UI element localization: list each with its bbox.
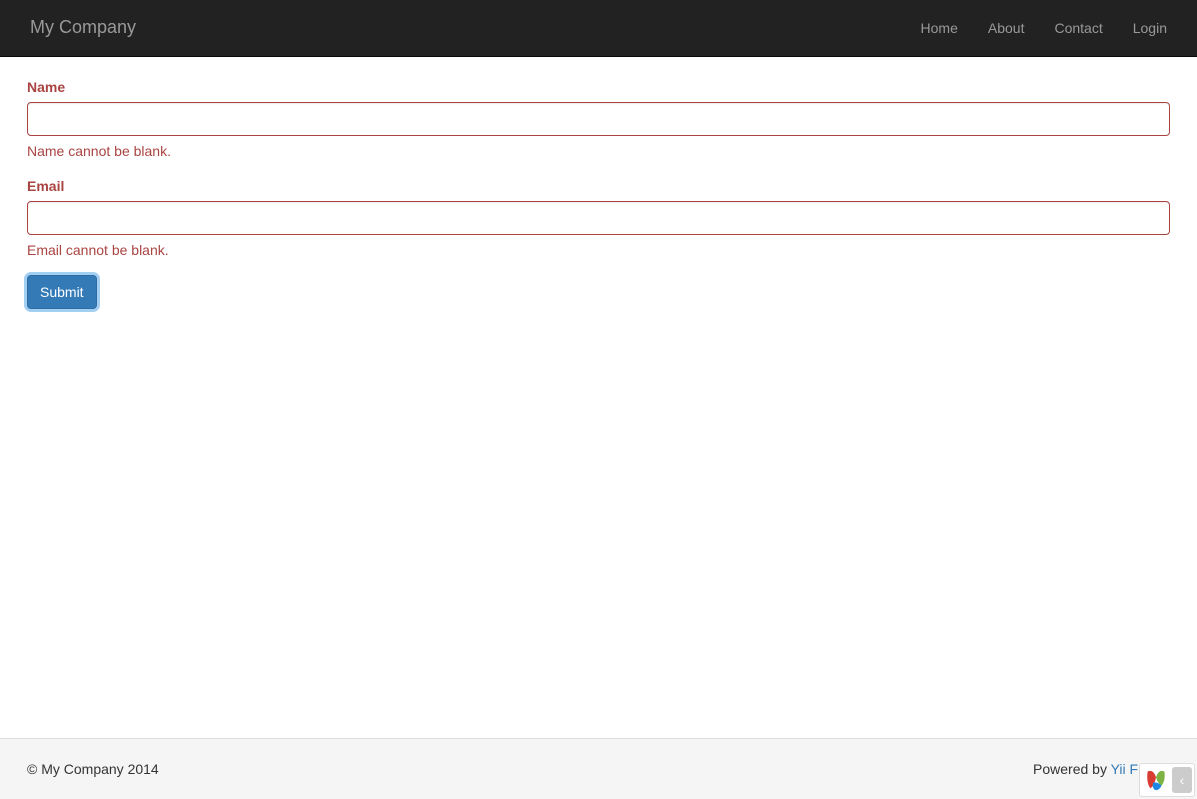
email-input[interactable] [27, 201, 1170, 235]
navbar-brand[interactable]: My Company [15, 0, 151, 56]
form-container: Name Name cannot be blank. Email Email c… [0, 77, 1197, 309]
email-label: Email [27, 176, 64, 196]
debug-toggle-button[interactable]: ‹ [1172, 767, 1192, 793]
email-error: Email cannot be blank. [27, 240, 1170, 260]
footer: © My Company 2014 Powered by Yii Frame [0, 738, 1197, 799]
form-group-email: Email Email cannot be blank. [27, 176, 1170, 260]
form-group-name: Name Name cannot be blank. [27, 77, 1170, 161]
nav-link-login[interactable]: Login [1118, 3, 1182, 53]
nav-link-about[interactable]: About [973, 3, 1040, 53]
footer-copyright: © My Company 2014 [27, 759, 159, 779]
name-label: Name [27, 77, 65, 97]
powered-by-text: Powered by [1033, 761, 1111, 777]
entry-form: Name Name cannot be blank. Email Email c… [27, 77, 1170, 309]
name-input[interactable] [27, 102, 1170, 136]
form-group-submit: Submit [27, 275, 1170, 309]
yii-logo-icon[interactable] [1142, 766, 1170, 794]
nav-link-home[interactable]: Home [906, 3, 973, 53]
navbar: My Company Home About Contact Login [0, 0, 1197, 57]
submit-button[interactable]: Submit [27, 275, 97, 309]
name-error: Name cannot be blank. [27, 141, 1170, 161]
navbar-nav: Home About Contact Login [906, 3, 1182, 53]
nav-link-contact[interactable]: Contact [1039, 3, 1117, 53]
debug-toolbar: ‹ [1139, 763, 1195, 797]
